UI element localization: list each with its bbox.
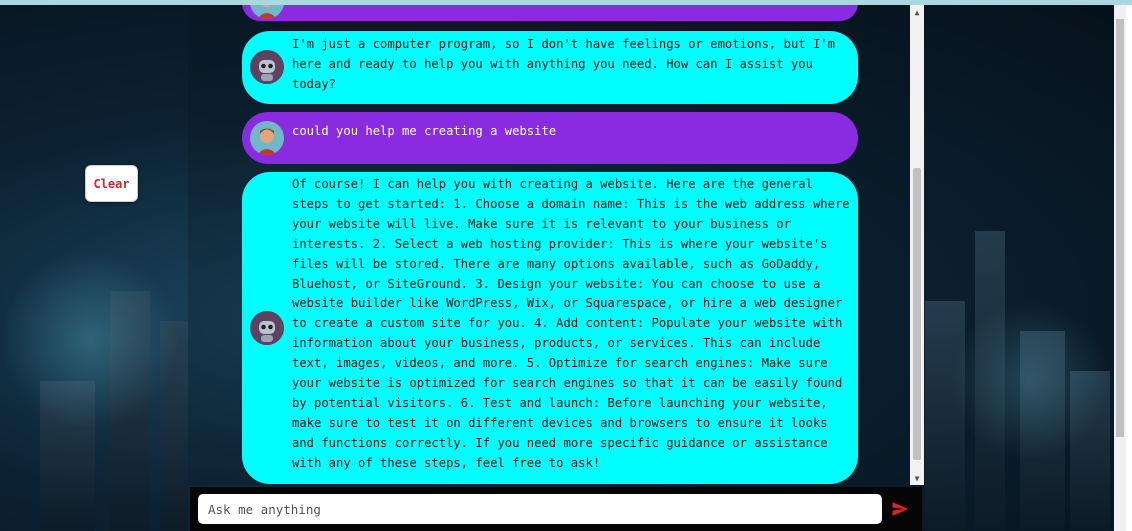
- chat-scrollbar[interactable]: ▲ ▼: [910, 5, 924, 485]
- send-icon: [892, 502, 909, 516]
- message-text: could you help me creating a website: [292, 124, 557, 138]
- scroll-up-arrow-icon[interactable]: ▲: [910, 5, 924, 19]
- robot-avatar-icon: [250, 50, 284, 84]
- message-text: I'm just a computer program, so I don't …: [292, 37, 835, 91]
- send-button[interactable]: [888, 497, 912, 521]
- user-avatar-icon: [250, 121, 284, 155]
- robot-avatar-icon: [250, 311, 284, 345]
- chat-scroll-thumb[interactable]: [913, 168, 921, 460]
- message-input[interactable]: [198, 494, 882, 524]
- message-text: Of course! I can help you with creating …: [292, 177, 850, 470]
- page-scroll-thumb[interactable]: [1116, 19, 1124, 437]
- chat-message-bot: Of course! I can help you with creating …: [242, 172, 858, 484]
- chat-message-user: could you help me creating a website: [242, 112, 858, 164]
- scroll-down-arrow-icon[interactable]: ▼: [910, 471, 924, 485]
- page-scrollbar[interactable]: [1114, 5, 1126, 531]
- user-avatar-icon: [250, 5, 284, 19]
- message-input-bar: [190, 487, 922, 531]
- chat-history[interactable]: I'm just a computer program, so I don't …: [188, 5, 910, 485]
- clear-button[interactable]: Clear: [85, 165, 138, 202]
- window-edge: [1126, 5, 1132, 531]
- chat-message-bot: I'm just a computer program, so I don't …: [242, 31, 858, 104]
- chat-message-user: [242, 5, 858, 21]
